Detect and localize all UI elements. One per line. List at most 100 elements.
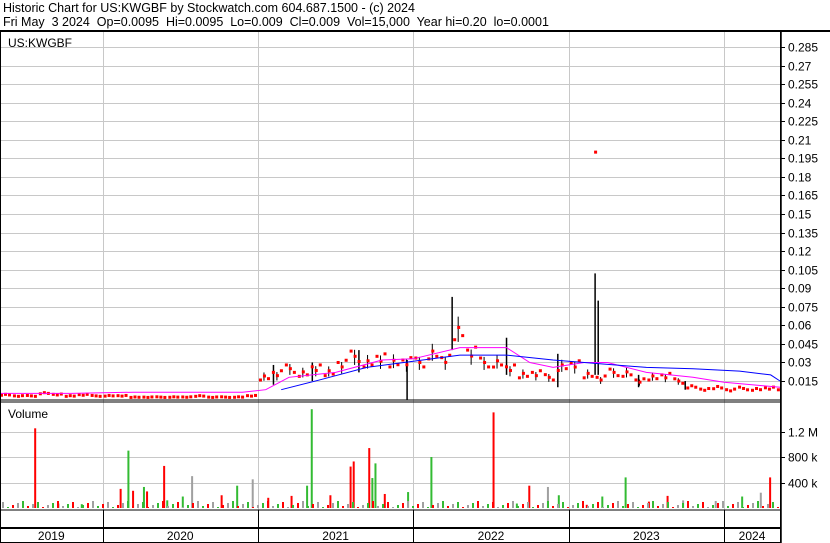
volume-bar: [397, 505, 399, 508]
volume-bar: [342, 506, 344, 508]
close-point: [168, 395, 172, 399]
close-point: [457, 325, 461, 329]
price-tick-label: 0.03: [788, 356, 812, 370]
volume-bar: [127, 450, 130, 508]
close-point: [483, 360, 487, 364]
volume-bar: [287, 507, 289, 508]
close-point: [279, 369, 283, 373]
volume-bar: [47, 505, 49, 508]
ma-long-line: [281, 354, 781, 391]
volume-bar: [146, 491, 149, 508]
volume-bar: [122, 503, 124, 508]
volume-bar: [306, 485, 309, 508]
volume-bar: [282, 502, 284, 508]
close-point: [172, 395, 176, 399]
volume-bar: [2, 502, 4, 508]
symbol-label: US:KWGBF: [8, 36, 72, 50]
close-point: [116, 394, 120, 398]
close-point: [250, 394, 254, 398]
outlier-point: [594, 150, 598, 154]
close-point: [556, 369, 560, 373]
close-point: [776, 388, 780, 392]
price-tick-label: 0.285: [788, 41, 818, 55]
volume-bar: [72, 502, 74, 508]
close-point: [418, 360, 422, 364]
volume-bar: [687, 501, 689, 508]
close-point: [530, 370, 534, 374]
volume-bar: [387, 502, 389, 508]
volume-bar: [292, 505, 294, 508]
price-tick-label: 0.195: [788, 152, 818, 166]
volume-bar: [601, 496, 604, 508]
close-point: [405, 363, 409, 367]
close-point: [25, 393, 29, 397]
volume-bar: [512, 501, 514, 508]
volume-bar: [557, 504, 559, 508]
volume-bar: [652, 501, 654, 508]
volume-bar: [142, 502, 144, 508]
volume-bar: [329, 495, 332, 508]
volume-bar: [677, 505, 679, 508]
volume-bar: [624, 477, 627, 508]
volume-bar: [349, 466, 352, 508]
close-point: [521, 371, 525, 375]
price-tick-label: 0.045: [788, 338, 818, 352]
close-point: [284, 363, 288, 367]
close-point: [496, 359, 500, 363]
volume-bar: [212, 502, 214, 508]
close-point: [461, 334, 465, 338]
close-point: [758, 388, 762, 392]
volume-bar: [627, 504, 629, 508]
close-point: [189, 395, 193, 399]
close-point: [288, 367, 292, 371]
volume-bar: [402, 503, 404, 508]
close-point: [517, 376, 521, 380]
volume-bar: [257, 505, 259, 508]
volume-bar: [217, 507, 219, 508]
axes: 2019 2020 2021 2022 2023 2024 0.015 0.03 0.045 0.…: [0, 30, 830, 543]
close-point: [629, 373, 633, 377]
volume-bar: [247, 502, 249, 508]
close-point: [703, 388, 707, 392]
volume-bar: [662, 504, 664, 508]
close-point: [699, 387, 703, 391]
volume-bar: [427, 507, 429, 508]
price-tick-label: 0.075: [788, 301, 818, 315]
close-point: [233, 395, 237, 399]
close-point: [155, 395, 159, 399]
volume-bar: [62, 506, 64, 508]
close-point: [725, 388, 729, 392]
close-point: [720, 386, 724, 390]
volume-bar: [236, 485, 239, 508]
volume-bar: [492, 412, 495, 508]
close-point: [564, 367, 568, 371]
volume-bar: [374, 463, 377, 508]
volume-bar: [119, 488, 122, 508]
volume-bar: [457, 502, 459, 508]
volume-bar: [492, 502, 494, 508]
close-point: [712, 387, 716, 391]
volume-bar: [87, 503, 89, 508]
close-point: [275, 374, 279, 378]
volume-bar: [522, 504, 524, 508]
volume-bar: [657, 506, 659, 508]
close-point: [29, 394, 33, 398]
close-point: [159, 395, 163, 399]
volume-bar: [757, 501, 759, 508]
close-point: [357, 359, 361, 363]
close-point: [586, 371, 590, 375]
volume-label: Volume: [8, 407, 48, 421]
close-point: [767, 387, 771, 391]
close-point: [573, 365, 577, 369]
close-point: [729, 389, 733, 393]
close-point: [694, 385, 698, 389]
volume-bar: [742, 507, 744, 508]
close-point: [292, 370, 296, 374]
close-point: [181, 395, 185, 399]
volume-bar: [572, 505, 574, 508]
volume-bar: [157, 503, 159, 508]
volume-bar: [368, 448, 371, 508]
volume-bar: [452, 504, 454, 508]
close-point: [590, 374, 594, 378]
close-point: [375, 354, 379, 358]
